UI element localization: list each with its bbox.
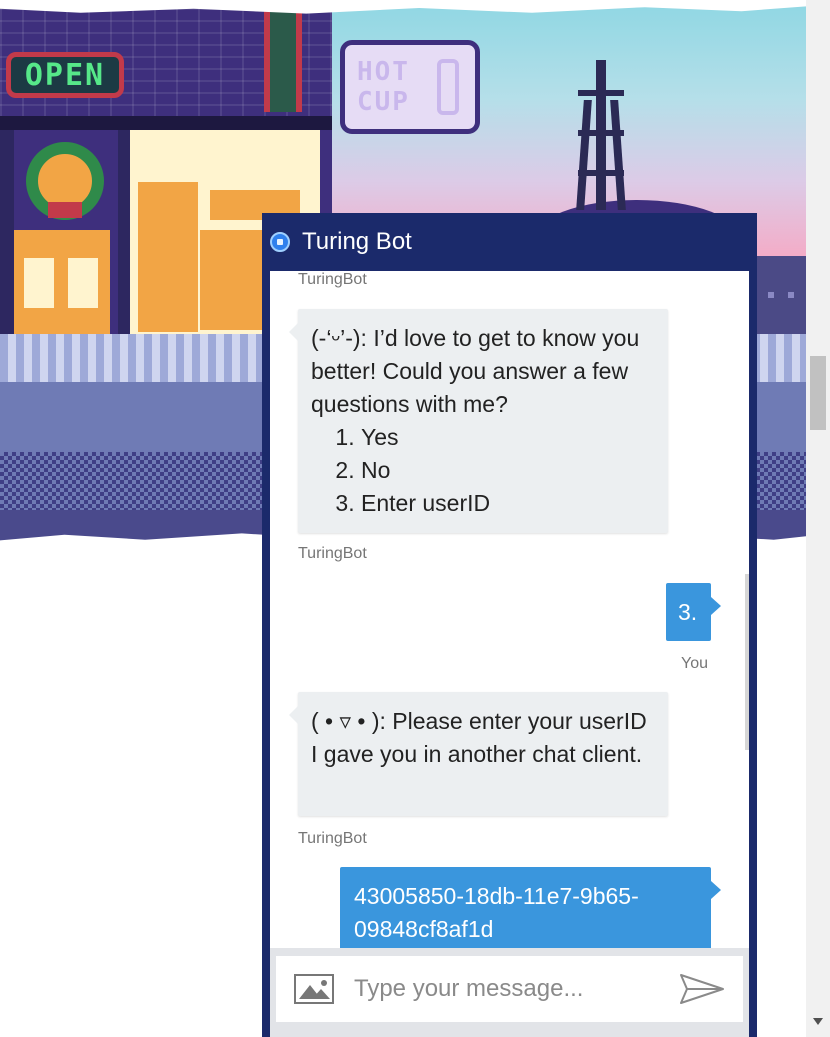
page-scrollbar-thumb[interactable] [810,356,826,430]
scroll-down-arrow-icon[interactable] [813,1018,823,1025]
option-item: Yes [361,421,654,454]
chat-scrollbar-thumb[interactable] [745,574,749,750]
message-sender: TuringBot [298,271,367,288]
bot-message-text: (-‘ᵕ’-): I’d love to get to know you bet… [311,325,640,417]
bot-message: (-‘ᵕ’-): I’d love to get to know you bet… [289,309,668,533]
message-sender: You [681,655,708,672]
user-message-line: 43005850-18db-11e7-9b65- [354,883,639,909]
chat-title: Turing Bot [302,228,412,255]
user-message-line: 09848cf8af1d [354,916,494,942]
radio-tower [574,60,628,210]
page-scrollbar[interactable] [806,0,830,1037]
hot-cup-sign: HOT CUP [340,40,480,134]
message-input[interactable] [354,956,664,1022]
option-item: Enter userID [361,487,654,520]
send-arrow-icon[interactable] [678,972,726,1006]
ghost-character [756,256,806,342]
option-item: No [361,454,654,487]
message-sender: TuringBot [298,830,367,847]
chat-widget: Turing Bot TuringBot (-‘ᵕ’-): I’d love t… [262,213,757,1037]
option-list: Yes No Enter userID [311,421,654,520]
message-sender: TuringBot [298,545,367,562]
chat-header: Turing Bot [262,213,757,271]
open-sign: OPEN [6,52,124,98]
user-message: 3. [666,583,721,641]
message-input-bar [270,948,749,1037]
chat-history[interactable]: TuringBot (-‘ᵕ’-): I’d love to get to kn… [270,271,749,948]
bot-message: ( • ▿ • ): Please enter your userID I ga… [289,692,668,816]
shop-door [14,230,110,340]
bot-icon [270,232,290,252]
image-upload-icon[interactable] [294,974,334,1004]
cup-icon [437,59,459,115]
user-message: 43005850-18db-11e7-9b65- 09848cf8af1d [340,867,721,948]
sign-pole [264,0,302,112]
